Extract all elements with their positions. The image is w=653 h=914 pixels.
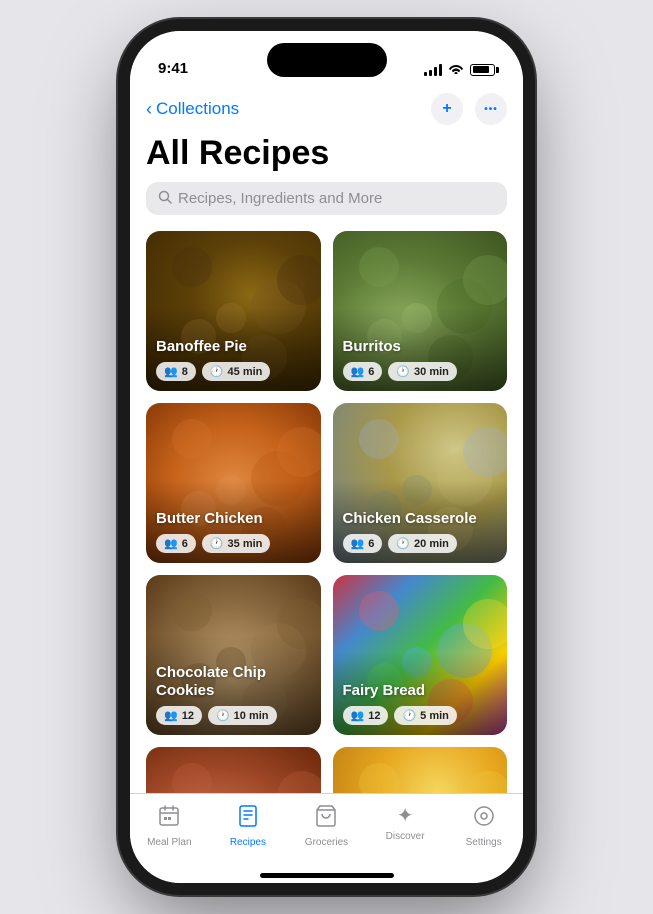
settings-icon — [472, 804, 496, 834]
time-value: 35 min — [228, 538, 263, 550]
add-icon: + — [442, 100, 451, 118]
recipe-name-chicken-casserole: Chicken Casserole — [343, 510, 498, 528]
tab-discover[interactable]: ✦ Discover — [375, 804, 435, 842]
dynamic-island — [267, 43, 387, 77]
recipe-servings-burritos: 👥6 — [343, 362, 383, 381]
signal-bar-4 — [439, 64, 442, 76]
clock-icon: 🕐 — [210, 365, 224, 378]
search-placeholder: Recipes, Ingredients and More — [178, 190, 382, 207]
clock-icon: 🕐 — [210, 537, 224, 550]
servings-value: 12 — [368, 710, 380, 722]
servings-icon: 👥 — [351, 709, 365, 722]
recipe-card-chicken-casserole[interactable]: Chicken Casserole 👥6 🕐 20 min — [333, 403, 508, 563]
home-indicator — [130, 875, 523, 883]
servings-icon: 👥 — [164, 709, 178, 722]
tab-groceries-label: Groceries — [305, 837, 348, 848]
recipe-time-burritos: 🕐 30 min — [388, 362, 457, 381]
servings-icon: 👥 — [351, 537, 365, 550]
battery-icon — [470, 64, 495, 76]
recipe-time-chicken-casserole: 🕐 20 min — [388, 534, 457, 553]
time-value: 45 min — [228, 366, 263, 378]
clock-icon: 🕐 — [396, 537, 410, 550]
recipe-servings-banoffee-pie: 👥8 — [156, 362, 196, 381]
phone-frame: 9:41 ‹ Collections + — [130, 31, 523, 883]
recipes-grid: Banoffee Pie👥8🕐45 minBurritos👥6🕐30 minBu… — [130, 227, 523, 793]
signal-bar-3 — [434, 67, 437, 76]
time-value: 5 min — [420, 710, 449, 722]
nav-bar: ‹ Collections + ••• — [130, 85, 523, 131]
tab-bar: Meal Plan Recipes Groceries — [130, 793, 523, 875]
discover-icon: ✦ — [397, 804, 414, 828]
servings-value: 12 — [182, 710, 194, 722]
clock-icon: 🕐 — [216, 709, 230, 722]
tab-discover-label: Discover — [386, 831, 425, 842]
servings-value: 6 — [368, 538, 374, 550]
meal-plan-icon — [157, 804, 181, 834]
recipe-name-chocolate-chip-cookies: Chocolate Chip Cookies — [156, 664, 311, 700]
tab-meal-plan-label: Meal Plan — [147, 837, 191, 848]
more-options-button[interactable]: ••• — [475, 93, 507, 125]
clock-icon: 🕐 — [402, 709, 416, 722]
servings-icon: 👥 — [164, 365, 178, 378]
recipe-servings-chicken-casserole: 👥6 — [343, 534, 383, 553]
servings-value: 6 — [182, 538, 188, 550]
tab-recipes-label: Recipes — [230, 837, 266, 848]
recipe-card-banoffee-pie[interactable]: Banoffee Pie👥8🕐45 min — [146, 231, 321, 391]
servings-icon: 👥 — [351, 365, 365, 378]
recipe-servings-fairy-bread: 👥12 — [343, 706, 389, 725]
recipe-card-butter-chicken[interactable]: Butter Chicken👥6🕐35 min — [146, 403, 321, 563]
signal-bar-1 — [424, 72, 427, 76]
signal-bar-2 — [429, 70, 432, 76]
tab-settings[interactable]: Settings — [454, 804, 514, 848]
tab-meal-plan[interactable]: Meal Plan — [139, 804, 199, 848]
page-title: All Recipes — [146, 135, 507, 172]
back-label: Collections — [156, 99, 239, 119]
add-recipe-button[interactable]: + — [431, 93, 463, 125]
tab-settings-label: Settings — [466, 837, 502, 848]
home-bar — [260, 873, 394, 878]
more-icon: ••• — [484, 104, 498, 115]
page-header: All Recipes — [130, 131, 523, 182]
recipes-icon — [236, 804, 260, 834]
back-button[interactable]: ‹ Collections — [146, 99, 239, 120]
recipe-card-burritos[interactable]: Burritos 👥6 🕐 30 min — [333, 231, 508, 391]
recipe-card-real-fruit-ice-cream[interactable]: Real Fruit Ice Cream👥4🕐15 min — [333, 747, 508, 793]
recipe-card-lasagne[interactable]: Lasagne👥6🕐45 min — [146, 747, 321, 793]
tab-recipes[interactable]: Recipes — [218, 804, 278, 848]
status-icons — [424, 62, 495, 77]
recipe-time-butter-chicken: 🕐 35 min — [202, 534, 271, 553]
recipe-card-fairy-bread[interactable]: Fairy Bread 👥12 🕐 5 min — [333, 575, 508, 735]
clock-icon: 🕐 — [396, 365, 410, 378]
recipe-servings-chocolate-chip-cookies: 👥 12 — [156, 706, 202, 725]
nav-actions: + ••• — [431, 93, 507, 125]
recipe-time-fairy-bread: 🕐 5 min — [394, 706, 456, 725]
tab-groceries[interactable]: Groceries — [296, 804, 356, 848]
recipe-name-fairy-bread: Fairy Bread — [343, 682, 498, 700]
signal-bars — [424, 64, 442, 76]
recipe-time-chocolate-chip-cookies: 🕐 10 min — [208, 706, 277, 725]
servings-value: 6 — [368, 366, 374, 378]
recipe-servings-butter-chicken: 👥6 — [156, 534, 196, 553]
recipe-name-burritos: Burritos — [343, 338, 498, 356]
servings-icon: 👥 — [164, 537, 178, 550]
time-value: 20 min — [414, 538, 449, 550]
recipe-card-chocolate-chip-cookies[interactable]: Chocolate Chip Cookies 👥 12 🕐 10 min — [146, 575, 321, 735]
recipe-time-banoffee-pie: 🕐 45 min — [202, 362, 271, 381]
status-time: 9:41 — [158, 60, 188, 77]
search-bar[interactable]: Recipes, Ingredients and More — [146, 182, 507, 215]
time-value: 30 min — [414, 366, 449, 378]
wifi-icon — [448, 62, 464, 77]
recipe-name-banoffee-pie: Banoffee Pie — [156, 338, 311, 356]
servings-value: 8 — [182, 366, 188, 378]
search-icon — [158, 190, 172, 207]
groceries-icon — [314, 804, 338, 834]
recipe-name-butter-chicken: Butter Chicken — [156, 510, 311, 528]
time-value: 10 min — [234, 710, 269, 722]
back-chevron-icon: ‹ — [146, 99, 152, 120]
